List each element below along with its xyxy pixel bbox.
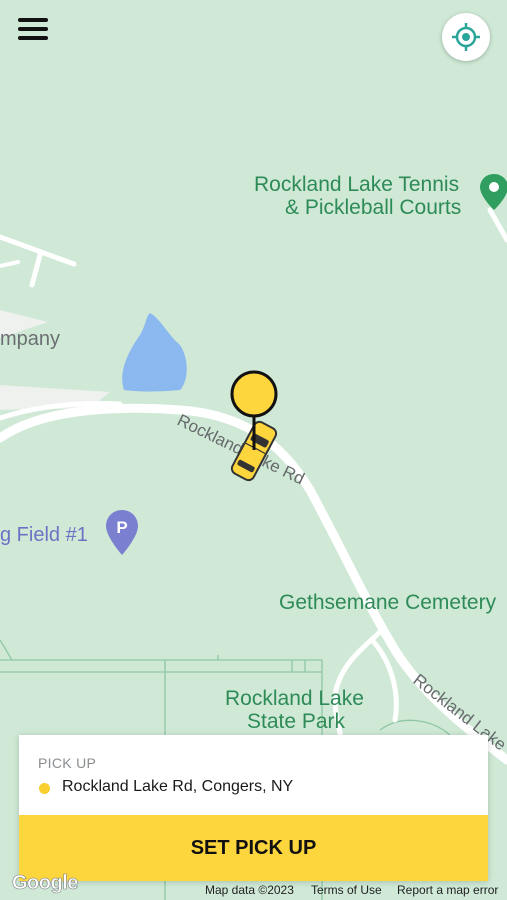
report-map-error-link[interactable]: Report a map error xyxy=(397,883,498,899)
terms-of-use-link[interactable]: Terms of Use xyxy=(311,883,382,899)
pickup-address[interactable]: Rockland Lake Rd, Congers, NY xyxy=(62,778,293,796)
pickup-dot-icon xyxy=(39,783,50,794)
svg-text:P: P xyxy=(116,518,127,537)
locate-me-button[interactable] xyxy=(442,13,490,61)
poi-label-tennis: Rockland Lake Tennis xyxy=(254,173,459,196)
hamburger-menu-icon[interactable] xyxy=(18,18,54,46)
poi-label-park-2: State Park xyxy=(247,710,346,733)
poi-label-tennis-2: & Pickleball Courts xyxy=(285,196,461,219)
poi-label-cemetery: Gethsemane Cemetery xyxy=(279,591,497,614)
pickup-card: PICK UP Rockland Lake Rd, Congers, NY SE… xyxy=(19,735,488,881)
crosshair-location-icon xyxy=(452,23,480,51)
pickup-label: PICK UP xyxy=(38,755,97,771)
place-label-parking-field: g Field #1 xyxy=(0,524,88,546)
set-pickup-button[interactable]: SET PICK UP xyxy=(19,815,488,881)
place-label-company: mpany xyxy=(0,328,60,350)
map-data-text: Map data ©2023 xyxy=(205,883,294,897)
poi-label-park: Rockland Lake xyxy=(225,687,364,710)
google-logo: Google xyxy=(12,872,79,895)
